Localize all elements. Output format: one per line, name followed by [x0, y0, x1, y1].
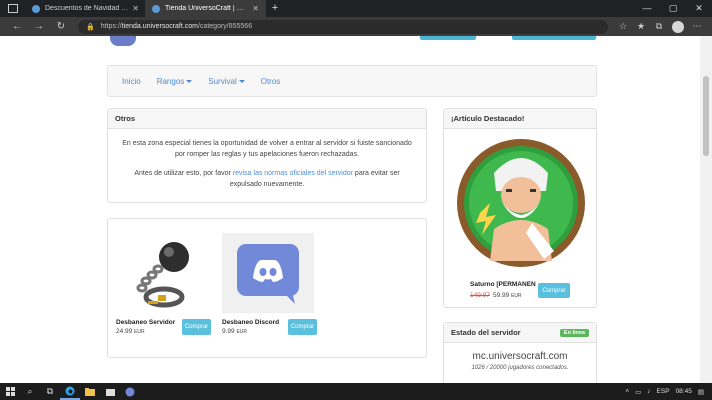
reload-icon[interactable]: ↻	[50, 21, 72, 32]
rules-link[interactable]: revisa las normas oficiales del servidor	[233, 170, 353, 177]
server-status-panel: Estado del servidor En línea mc.universo…	[443, 322, 597, 383]
close-window-icon[interactable]: ✕	[686, 0, 712, 17]
favorites-icon[interactable]: ★	[632, 21, 650, 32]
windows-start-icon[interactable]	[0, 383, 20, 400]
product-card: Desbaneo Discord 9.99 EUR Comprar	[222, 233, 317, 335]
system-tray: ˄ ▭ ♪ ESP 08:45 ▤	[625, 388, 712, 396]
maximize-icon[interactable]: ▢	[660, 0, 686, 17]
avatar[interactable]	[672, 20, 684, 33]
otros-description: En esta zona especial tienes la oportuni…	[108, 129, 426, 207]
close-icon[interactable]: ✕	[252, 4, 259, 13]
otros-paragraph: Antes de utilizar esto, por favor revisa…	[120, 168, 414, 190]
header-button[interactable]	[512, 36, 596, 40]
price-value: 9.99	[222, 328, 235, 335]
nav-item-survival[interactable]: Survival	[208, 76, 245, 86]
currency: EUR	[236, 329, 248, 335]
tab-actions-icon[interactable]	[0, 0, 26, 17]
tab-tienda-otros[interactable]: Tienda UniversoCraft | Otros ✕	[146, 0, 266, 17]
language-indicator[interactable]: ESP	[657, 388, 670, 395]
featured-old-price: 149.97	[470, 292, 490, 299]
notifications-icon[interactable]: ▤	[698, 388, 704, 396]
store-icon[interactable]	[100, 383, 120, 400]
price-value: 59.99	[493, 292, 510, 299]
window-controls: — ▢ ✕	[634, 0, 712, 17]
panel-heading: Estado del servidor En línea	[444, 323, 596, 343]
featured-new-price: 59.99 EUR	[493, 292, 522, 299]
site-logo[interactable]	[110, 36, 136, 46]
featured-rank-image[interactable]	[454, 133, 588, 273]
nav-label: Survival	[208, 76, 237, 86]
nav-item-rangos[interactable]: Rangos	[157, 77, 193, 86]
edge-icon[interactable]	[60, 383, 80, 400]
volume-icon[interactable]: ♪	[647, 388, 650, 395]
address-bar: ← → ↻ 🔒 https://tienda.universocraft.com…	[0, 17, 712, 36]
price-value: 24.99	[116, 328, 133, 335]
discord-taskbar-icon[interactable]	[120, 383, 140, 400]
featured-name: Saturno [PERMANEN	[470, 281, 536, 288]
new-tab-button[interactable]: +	[266, 0, 284, 17]
clock[interactable]: 08:45	[676, 388, 692, 395]
browser-tab-bar: Descuentos de Navidad y año nuevo ✕ Tien…	[0, 0, 712, 17]
search-icon[interactable]: ⌕	[20, 383, 40, 400]
currency: EUR	[134, 329, 145, 335]
minimize-icon[interactable]: —	[634, 0, 660, 17]
panel-heading: Otros	[108, 109, 426, 129]
close-icon[interactable]: ✕	[132, 4, 139, 13]
caret-down-icon	[186, 79, 193, 83]
favicon-icon	[152, 4, 160, 13]
task-view-icon[interactable]: ⧉	[40, 383, 60, 400]
reading-view-icon[interactable]: ☆	[614, 21, 632, 32]
taskbar: ⌕ ⧉ ˄ ▭ ♪ ESP 08:45 ▤	[0, 383, 712, 400]
forward-icon[interactable]: →	[28, 21, 50, 32]
nav-item-otros[interactable]: Otros	[261, 77, 281, 86]
featured-panel: ¡Artículo Destacado! Saturno [PERMANEN 1…	[443, 108, 597, 308]
status-heading: Estado del servidor	[451, 328, 521, 337]
nav-item-inicio[interactable]: Inicio	[122, 77, 141, 86]
site-navbar: Inicio Rangos Survival Otros	[107, 65, 597, 97]
status-badge: En línea	[559, 328, 589, 337]
text: Antes de utilizar esto, por favor	[134, 170, 233, 177]
more-icon[interactable]: ⋯	[688, 21, 706, 32]
favicon-icon	[32, 4, 40, 13]
product-card: Desbaneo Servidor 24.99 EUR Comprar	[116, 233, 211, 335]
otros-panel: Otros En esta zona especial tienes la op…	[107, 108, 427, 203]
featured-buy-button[interactable]: Comprar	[538, 283, 570, 298]
players-count: 1026 / 20000 jugadores conectados.	[471, 365, 569, 371]
discord-icon[interactable]	[222, 233, 314, 313]
chevron-up-icon[interactable]: ˄	[625, 388, 629, 395]
otros-paragraph: En esta zona especial tienes la oportuni…	[122, 140, 412, 158]
tab-descuentos[interactable]: Descuentos de Navidad y año nuevo ✕	[26, 0, 146, 17]
network-icon[interactable]: ▭	[635, 388, 641, 396]
collections-icon[interactable]: ⧉	[650, 21, 668, 32]
products-panel: Desbaneo Servidor 24.99 EUR Comprar Desb…	[107, 218, 427, 358]
file-explorer-icon[interactable]	[80, 383, 100, 400]
ball-and-chain-icon[interactable]	[116, 233, 208, 313]
url-path: /category/855566	[198, 23, 253, 30]
back-icon[interactable]: ←	[6, 21, 28, 32]
buy-button[interactable]: Comprar	[288, 319, 317, 335]
url-input[interactable]: 🔒 https://tienda.universocraft.com/categ…	[78, 19, 608, 34]
page-scrollbar[interactable]	[700, 36, 712, 383]
url-domain: tienda.universocraft.com	[121, 23, 198, 30]
header-button[interactable]	[420, 36, 476, 40]
tab-title: Tienda UniversoCraft | Otros	[165, 5, 249, 12]
scrollbar-thumb[interactable]	[703, 76, 709, 156]
buy-button[interactable]: Comprar	[182, 319, 211, 335]
panel-heading: ¡Artículo Destacado!	[444, 109, 596, 129]
currency: EUR	[511, 293, 522, 299]
server-ip[interactable]: mc.universocraft.com	[444, 351, 596, 362]
page-content: Inicio Rangos Survival Otros Otros En es…	[0, 36, 700, 383]
caret-down-icon	[238, 79, 245, 83]
url-prefix: https://	[100, 23, 122, 30]
nav-label: Rangos	[156, 76, 185, 86]
lock-icon: 🔒	[86, 23, 95, 31]
tab-title: Descuentos de Navidad y año nuevo	[45, 5, 128, 12]
